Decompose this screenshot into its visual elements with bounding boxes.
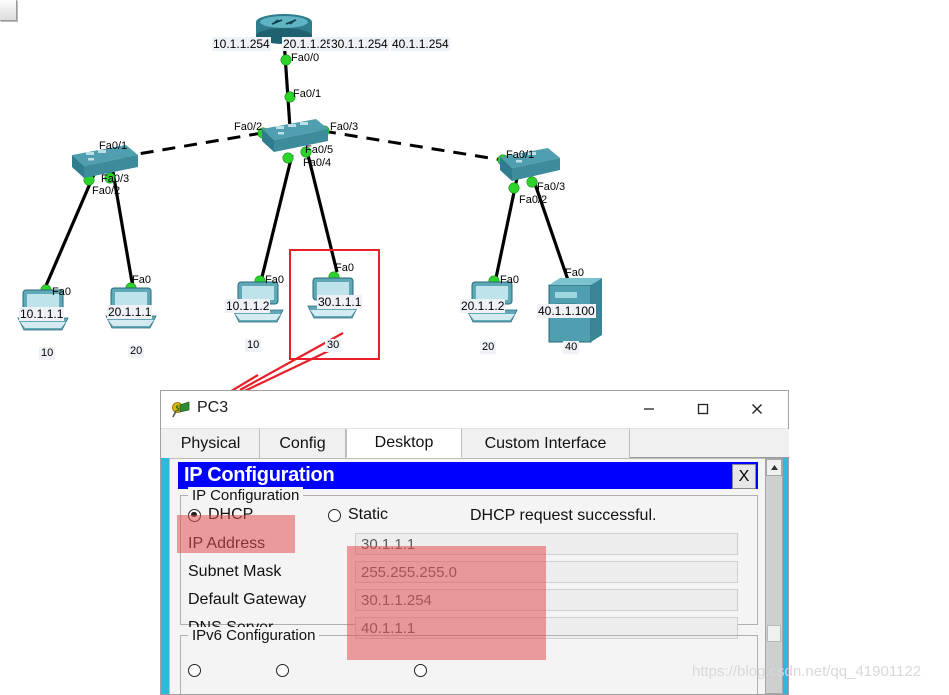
tab-config[interactable]: Config bbox=[260, 429, 346, 458]
pc3-device-window: $ PC3 Physical Config Desktop Custom Int… bbox=[160, 390, 789, 695]
endpoint-vlan-server: 40 bbox=[563, 341, 580, 354]
router-ip-label-1: 10.1.1.254 bbox=[212, 37, 271, 51]
port-label-switch-left-fa01: Fa0/1 bbox=[99, 140, 128, 152]
ipv6-dhcp-radio-icon[interactable] bbox=[188, 664, 201, 677]
port-label-switch-left-fa02: Fa0/2 bbox=[92, 185, 121, 197]
router-ip-label-4: 40.1.1.254 bbox=[391, 37, 450, 51]
ip-configuration-title: IP Configuration bbox=[184, 464, 335, 486]
endpoint-vlan-pc3: 10 bbox=[245, 339, 262, 352]
port-label-pc3-fa0: Fa0 bbox=[265, 274, 284, 286]
ip-configuration-app: IP Configuration X IP Configuration DHCP… bbox=[169, 458, 766, 694]
port-label-server-fa0: Fa0 bbox=[565, 267, 584, 279]
tab-bar: Physical Config Desktop Custom Interface bbox=[161, 429, 789, 459]
port-label-switch-center-fa05: Fa0/5 bbox=[305, 144, 334, 156]
scrollbar-thumb[interactable] bbox=[767, 625, 781, 642]
endpoint-ip-pc2: 20.1.1.1 bbox=[107, 305, 153, 319]
port-label-switch-center-fa01: Fa0/1 bbox=[293, 88, 322, 100]
maximize-button[interactable] bbox=[680, 391, 726, 427]
dhcp-radio-option[interactable]: DHCP bbox=[188, 506, 253, 524]
default-gateway-label: Default Gateway bbox=[188, 591, 307, 608]
dhcp-radio-label: DHCP bbox=[208, 506, 254, 523]
default-gateway-input[interactable]: 30.1.1.254 bbox=[355, 589, 738, 611]
port-label-switch-center-fa04: Fa0/4 bbox=[303, 157, 332, 169]
tab-custom-interface[interactable]: Custom Interface bbox=[462, 429, 630, 458]
port-label-switch-left-fa03: Fa0/3 bbox=[101, 173, 130, 185]
endpoint-vlan-pc1: 10 bbox=[39, 347, 56, 360]
endpoint-ip-server: 40.1.1.100 bbox=[537, 304, 596, 318]
vertical-scrollbar[interactable] bbox=[765, 458, 783, 694]
subnet-mask-label: Subnet Mask bbox=[188, 563, 282, 580]
endpoint-ip-pc1: 10.1.1.1 bbox=[19, 307, 65, 321]
port-label-pc1-fa0: Fa0 bbox=[52, 286, 71, 298]
ipv6-auto-config-radio-icon[interactable] bbox=[276, 664, 289, 677]
watermark-text: https://blog.csdn.net/qq_41901122 bbox=[692, 663, 922, 680]
port-label-switch-center-fa03: Fa0/3 bbox=[330, 121, 359, 133]
static-radio-icon[interactable] bbox=[328, 508, 341, 522]
packet-tracer-icon: $ bbox=[172, 401, 190, 418]
port-label-switch-center-fa02: Fa0/2 bbox=[234, 121, 263, 133]
endpoint-ip-pc5: 20.1.1.2 bbox=[460, 299, 506, 313]
ip-address-label: IP Address bbox=[188, 535, 266, 552]
port-label-switch-right-fa03: Fa0/3 bbox=[537, 181, 566, 193]
endpoint-ip-pc3: 10.1.1.2 bbox=[225, 299, 271, 313]
static-radio-option[interactable]: Static bbox=[328, 506, 388, 524]
close-button[interactable] bbox=[734, 391, 780, 427]
endpoint-vlan-pc2: 20 bbox=[128, 345, 145, 358]
dhcp-radio-icon[interactable] bbox=[188, 508, 201, 522]
static-radio-label: Static bbox=[348, 506, 389, 523]
window-title: PC3 bbox=[197, 399, 229, 416]
topology-links-svg bbox=[17, 14, 602, 400]
port-label-pc2-fa0: Fa0 bbox=[132, 274, 151, 286]
ip-configuration-close-button[interactable]: X bbox=[732, 464, 756, 489]
desktop-panel: IP Configuration X IP Configuration DHCP… bbox=[161, 458, 788, 694]
minimize-button[interactable] bbox=[626, 391, 672, 427]
dhcp-status-message: DHCP request successful. bbox=[470, 507, 657, 524]
port-label-pc5-fa0: Fa0 bbox=[500, 274, 519, 286]
ip-configuration-header: IP Configuration X bbox=[178, 462, 758, 489]
tab-bar-filler bbox=[630, 429, 789, 458]
ip-configuration-group-legend: IP Configuration bbox=[188, 487, 304, 504]
endpoint-vlan-pc5: 20 bbox=[480, 341, 497, 354]
port-label-router-fa00: Fa0/0 bbox=[291, 52, 320, 64]
port-label-switch-right-fa01: Fa0/1 bbox=[506, 149, 535, 161]
ip-address-input[interactable]: 30.1.1.1 bbox=[355, 533, 738, 555]
window-titlebar: $ PC3 bbox=[161, 391, 788, 429]
tab-desktop[interactable]: Desktop bbox=[346, 429, 462, 458]
router-ip-label-3: 30.1.1.254 bbox=[330, 37, 389, 51]
ipv6-static-radio-icon[interactable] bbox=[414, 664, 427, 677]
scroll-up-button[interactable] bbox=[766, 459, 782, 476]
red-highlight-box bbox=[289, 249, 380, 360]
ipv6-configuration-group-legend: IPv6 Configuration bbox=[188, 627, 320, 644]
subnet-mask-input[interactable]: 255.255.255.0 bbox=[355, 561, 738, 583]
tab-physical[interactable]: Physical bbox=[162, 429, 260, 458]
port-label-switch-right-fa02: Fa0/2 bbox=[519, 194, 548, 206]
